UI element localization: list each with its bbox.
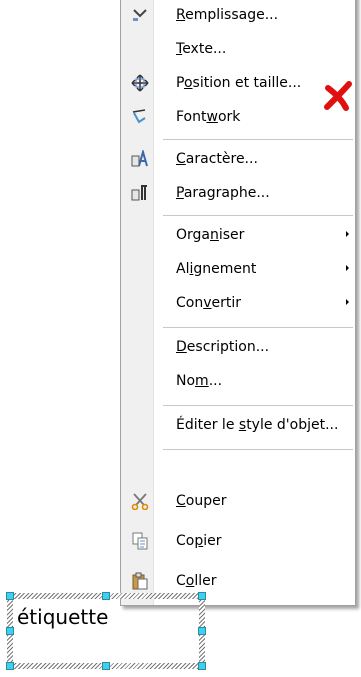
menu-item-cut[interactable]: Couper xyxy=(121,487,355,515)
menu-item-edit-object-style[interactable]: Éditer le style d'objet... xyxy=(121,411,355,439)
menu-separator xyxy=(163,215,353,216)
submenu-arrow-icon xyxy=(346,299,349,305)
resize-handle[interactable] xyxy=(6,592,14,600)
menu-item-description[interactable]: Description... xyxy=(121,333,355,361)
submenu-arrow-icon xyxy=(346,231,349,237)
menu-item-paste[interactable]: Coller xyxy=(121,567,355,595)
menu-item-position-size[interactable]: Position et taille... xyxy=(121,69,355,97)
position-size-icon xyxy=(131,74,149,92)
menu-separator xyxy=(163,405,353,406)
menu-item-arrange[interactable]: Organiser xyxy=(121,221,355,249)
paragraph-icon xyxy=(131,184,149,202)
menu-item-text[interactable]: Texte... xyxy=(121,35,355,63)
copy-icon xyxy=(131,532,149,550)
resize-handle[interactable] xyxy=(102,592,110,600)
menu-separator xyxy=(163,327,353,328)
menu-item-paragraph[interactable]: Paragraphe... xyxy=(121,179,355,207)
resize-handle[interactable] xyxy=(198,592,206,600)
red-x-mark xyxy=(322,80,354,116)
selected-text-frame[interactable]: étiquette xyxy=(6,592,206,670)
submenu-arrow-icon xyxy=(346,265,349,271)
menu-separator xyxy=(163,139,353,140)
fill-icon xyxy=(131,6,149,24)
paste-icon xyxy=(131,572,149,590)
menu-item-convert[interactable]: Convertir xyxy=(121,289,355,317)
frame-label-text: étiquette xyxy=(17,605,109,629)
menu-separator xyxy=(163,449,353,450)
fontwork-icon xyxy=(131,108,149,126)
menu-item-fontwork[interactable]: Fontwork xyxy=(121,103,355,131)
resize-handle[interactable] xyxy=(102,662,110,670)
cut-icon xyxy=(131,492,149,510)
character-icon xyxy=(131,150,149,168)
context-menu: Remplissage... Texte... Position et tail… xyxy=(120,0,356,606)
menu-item-alignment[interactable]: Alignement xyxy=(121,255,355,283)
resize-handle[interactable] xyxy=(6,662,14,670)
menu-item-fill[interactable]: Remplissage... xyxy=(121,1,355,29)
resize-handle[interactable] xyxy=(6,627,14,635)
resize-handle[interactable] xyxy=(198,662,206,670)
menu-item-character[interactable]: Caractère... xyxy=(121,145,355,173)
menu-item-copy[interactable]: Copier xyxy=(121,527,355,555)
resize-handle[interactable] xyxy=(198,627,206,635)
menu-item-name[interactable]: Nom... xyxy=(121,367,355,395)
